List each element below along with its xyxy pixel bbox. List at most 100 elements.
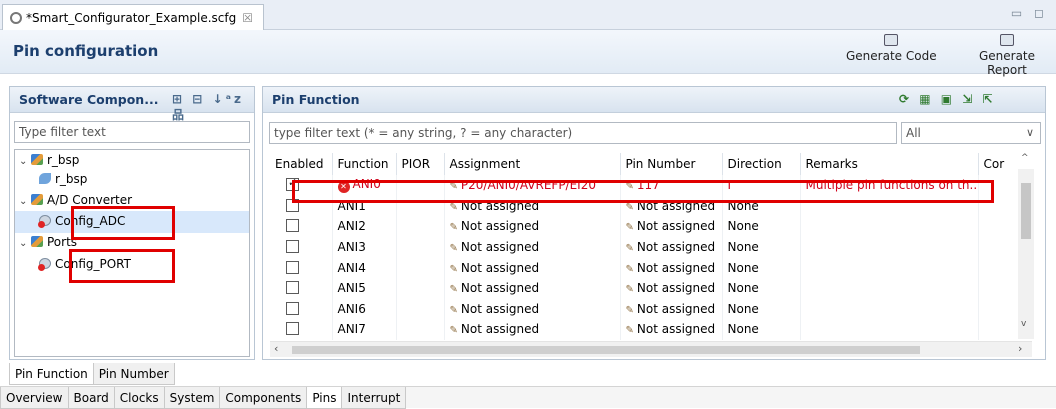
enabled-checkbox[interactable] <box>286 219 299 233</box>
scroll-up-icon[interactable]: ^ <box>1021 153 1029 163</box>
generate-report-button[interactable]: Generate Report <box>958 34 1056 77</box>
pior-cell[interactable] <box>396 277 445 299</box>
column-header[interactable]: Direction <box>722 153 801 175</box>
scroll-left-icon[interactable]: ‹ <box>274 342 278 355</box>
pencil-icon: ✎ <box>625 222 634 234</box>
enabled-cell <box>270 216 333 237</box>
column-header[interactable]: Pin Number <box>620 153 723 175</box>
scroll-down-icon[interactable]: v <box>1021 319 1026 329</box>
pin-number-cell[interactable]: ✎ Not assigned <box>620 298 723 320</box>
function-name: ANI2 <box>337 219 366 234</box>
assignment-cell[interactable]: ✎ Not assigned <box>444 319 621 340</box>
close-icon[interactable]: ☒ <box>242 11 253 25</box>
pior-cell[interactable] <box>396 236 445 258</box>
chevron-down-icon[interactable]: ⌄ <box>19 238 31 249</box>
pencil-icon: ✎ <box>625 243 634 255</box>
table-row[interactable]: ANI5 ✎ Not assigned ✎ Not assigned None <box>270 277 1032 299</box>
remarks-cell <box>800 319 979 340</box>
pin-number-value: Not assigned <box>636 281 716 296</box>
component-icon <box>39 173 51 184</box>
pior-cell[interactable] <box>396 257 445 278</box>
view-tab[interactable]: Pin Function <box>9 363 94 385</box>
page-tab[interactable]: Overview <box>0 387 69 409</box>
function-name: ANI5 <box>337 281 366 296</box>
pin-number-cell[interactable]: ✎ Not assigned <box>620 319 723 340</box>
chevron-down-icon[interactable]: ⌄ <box>19 156 31 167</box>
page-tab[interactable]: Pins <box>306 387 343 409</box>
chevron-down-icon[interactable]: ⌄ <box>19 196 31 207</box>
function-name: ANI7 <box>337 322 366 337</box>
page-tab[interactable]: Components <box>219 387 308 409</box>
assignment-cell[interactable]: ✎ Not assigned <box>444 298 621 320</box>
panel-title: Pin Function <box>272 92 360 107</box>
table-row[interactable]: ANI3 ✎ Not assigned ✎ Not assigned None <box>270 236 1032 258</box>
function-cell: ANI6 <box>332 298 397 320</box>
tree-node-r-bsp-child[interactable]: r_bsp <box>39 172 87 186</box>
direction-cell: None <box>722 257 801 278</box>
enabled-checkbox[interactable] <box>286 281 299 295</box>
panel-title: Software Compon... <box>19 92 159 107</box>
horizontal-scroll-thumb[interactable] <box>292 346 920 354</box>
page-tab[interactable]: System <box>163 387 221 409</box>
pencil-icon: ✎ <box>449 304 458 316</box>
pin-filter-input[interactable]: type filter text (* = any string, ? = an… <box>269 122 897 144</box>
pin-number-cell[interactable]: ✎ Not assigned <box>620 277 723 299</box>
page-tab[interactable]: Board <box>67 387 115 409</box>
vertical-scroll-thumb[interactable] <box>1021 183 1031 239</box>
direction-cell: None <box>722 319 801 340</box>
enabled-checkbox[interactable] <box>286 260 299 274</box>
assignment-value: Not assigned <box>460 219 540 234</box>
table-row[interactable]: ANI2 ✎ Not assigned ✎ Not assigned None <box>270 216 1032 237</box>
pin-number-cell[interactable]: ✎ Not assigned <box>620 216 723 237</box>
assignment-value: Not assigned <box>460 322 540 337</box>
tree-node-r-bsp[interactable]: ⌄ r_bsp <box>19 153 79 167</box>
enabled-checkbox[interactable] <box>286 301 299 315</box>
table-row[interactable]: ANI4 ✎ Not assigned ✎ Not assigned None <box>270 257 1032 278</box>
window-controls[interactable]: ▭ ◻ <box>1011 6 1048 20</box>
pin-number-cell[interactable]: ✎ Not assigned <box>620 236 723 258</box>
enabled-checkbox[interactable] <box>286 240 299 254</box>
pin-number-cell[interactable]: ✎ Not assigned <box>620 257 723 278</box>
pior-cell[interactable] <box>396 216 445 237</box>
view-tab[interactable]: Pin Number <box>92 363 175 385</box>
column-header[interactable]: Remarks <box>800 153 979 175</box>
tree-node-ad-converter[interactable]: ⌄ A/D Converter <box>19 193 132 207</box>
pencil-icon: ✎ <box>625 263 634 275</box>
remarks-cell <box>800 277 979 299</box>
page-tab[interactable]: Interrupt <box>341 387 407 409</box>
scroll-right-icon[interactable]: › <box>1018 342 1022 355</box>
highlight-box-config-port <box>69 249 175 283</box>
config-error-icon <box>38 258 51 271</box>
assignment-cell[interactable]: ✎ Not assigned <box>444 216 621 237</box>
pior-cell[interactable] <box>396 298 445 320</box>
pin-filter-select[interactable]: All ∨ <box>901 122 1041 144</box>
assignment-cell[interactable]: ✎ Not assigned <box>444 236 621 258</box>
column-header[interactable]: Assignment <box>444 153 621 175</box>
assignment-value: Not assigned <box>460 281 540 296</box>
generate-code-button[interactable]: Generate Code <box>846 34 937 63</box>
pencil-icon: ✎ <box>625 201 634 213</box>
tree-toolbar-icons[interactable]: ⊞ ⊟ ↓ᵃz 品 <box>172 92 254 123</box>
direction-cell: None <box>722 236 801 258</box>
generate-code-label: Generate Code <box>846 49 937 63</box>
table-row[interactable]: ANI7 ✎ Not assigned ✎ Not assigned None <box>270 319 1032 340</box>
horizontal-scrollbar[interactable]: ‹ › <box>270 341 1032 357</box>
pencil-icon: ✎ <box>625 284 634 296</box>
pin-toolbar-icons[interactable]: ⟳ ▦ ▣ ⇲ ⇱ <box>899 92 996 106</box>
column-header[interactable]: Enabled <box>270 153 333 175</box>
component-filter-input[interactable]: Type filter text <box>14 121 250 143</box>
enabled-checkbox[interactable] <box>286 322 299 336</box>
pior-cell[interactable] <box>396 319 445 340</box>
tree-node-ports[interactable]: ⌄ Ports <box>19 235 77 249</box>
assignment-cell[interactable]: ✎ Not assigned <box>444 277 621 299</box>
panel-header: Software Compon... ⊞ ⊟ ↓ᵃz 品 <box>10 87 254 122</box>
page-tab[interactable]: Clocks <box>113 387 165 409</box>
column-header[interactable]: Function <box>332 153 397 175</box>
column-header[interactable]: PIOR <box>396 153 445 175</box>
editor-tab[interactable]: *Smart_Configurator_Example.scfg ☒ <box>2 4 264 30</box>
enabled-cell <box>270 257 333 278</box>
tree-label: r_bsp <box>55 172 88 186</box>
function-name: ANI4 <box>337 260 366 275</box>
assignment-cell[interactable]: ✎ Not assigned <box>444 257 621 278</box>
table-row[interactable]: ANI6 ✎ Not assigned ✎ Not assigned None <box>270 298 1032 320</box>
